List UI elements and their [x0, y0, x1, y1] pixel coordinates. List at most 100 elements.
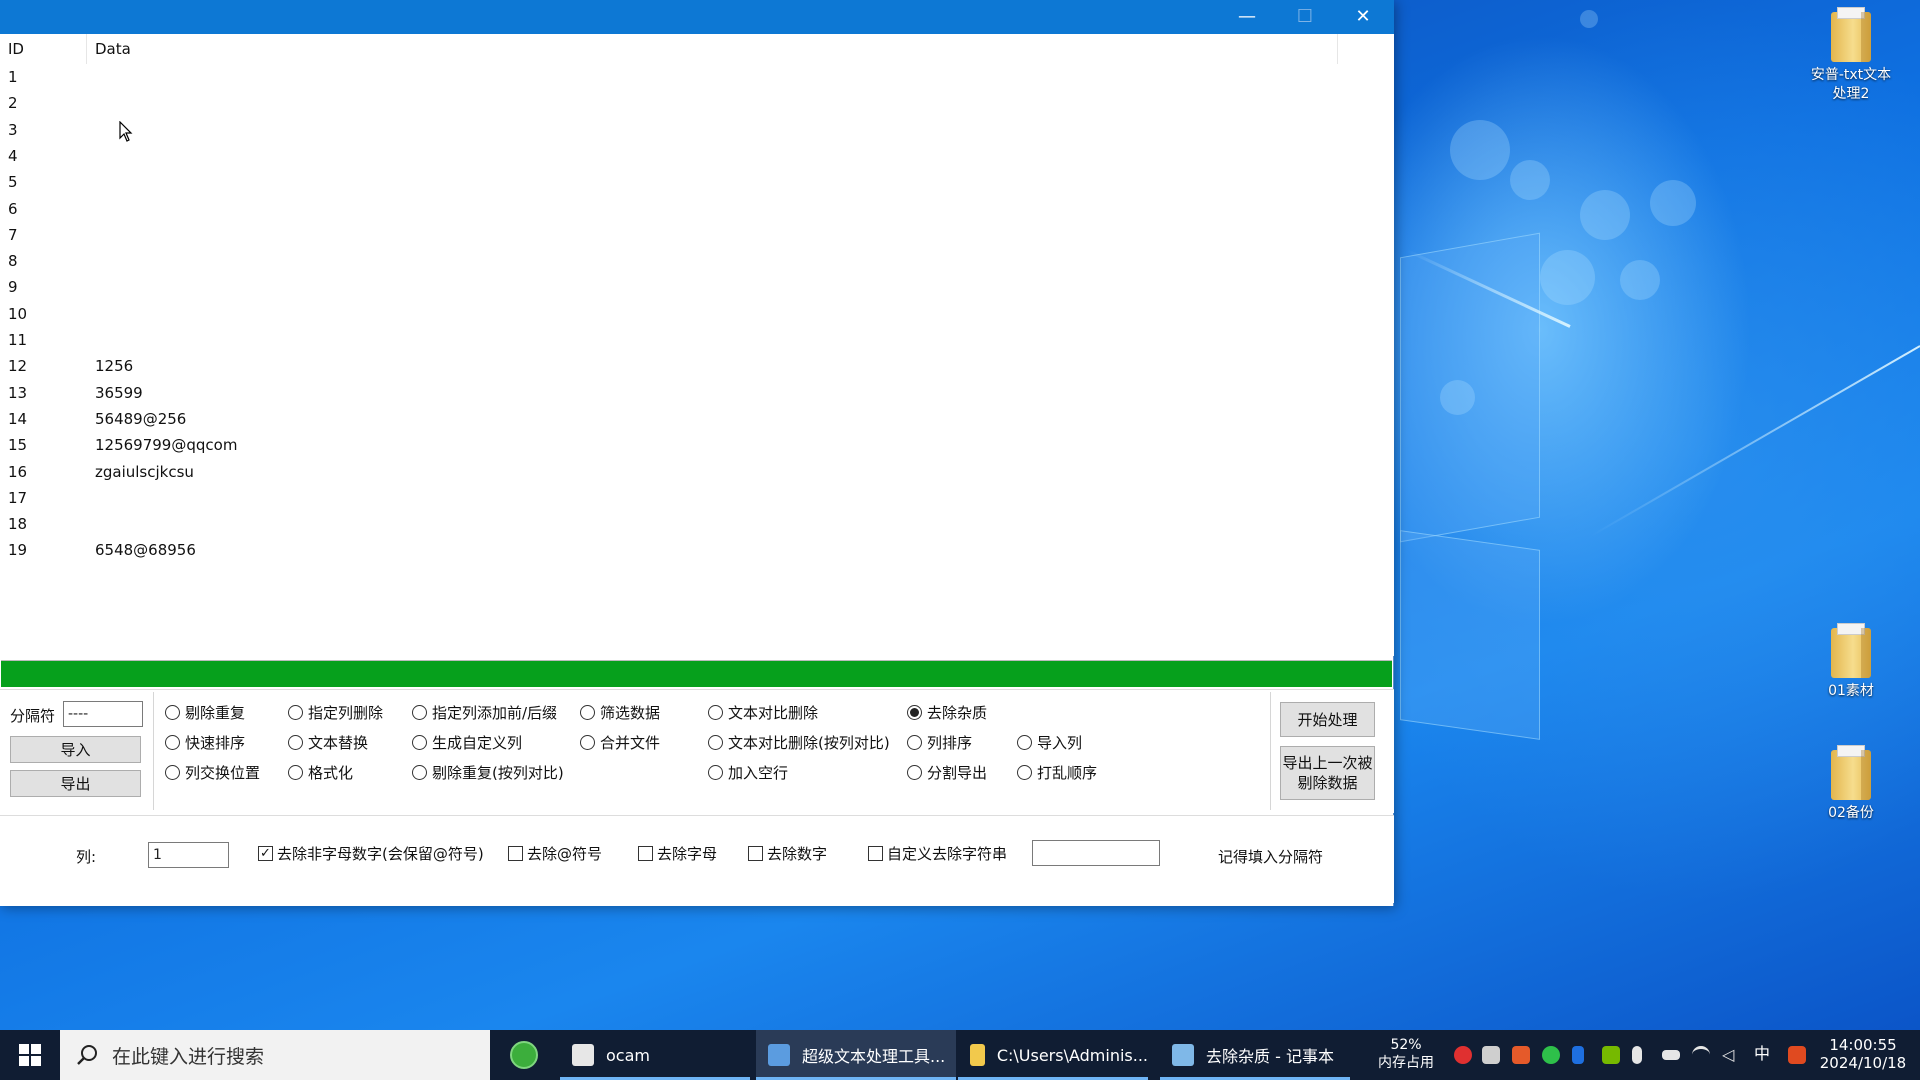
radio-circle-icon[interactable]: [412, 734, 427, 750]
export-button[interactable]: 导出: [10, 770, 141, 797]
taskbar-app[interactable]: C:\Users\Adminis...: [958, 1030, 1148, 1080]
volume-icon[interactable]: ◁: [1722, 1046, 1740, 1064]
radio-circle-icon[interactable]: [708, 704, 723, 720]
column-header-id[interactable]: ID: [8, 40, 24, 58]
option-radio[interactable]: 指定列删除: [288, 701, 383, 723]
option-radio[interactable]: 分割导出: [907, 761, 987, 783]
radio-circle-icon[interactable]: [288, 704, 303, 720]
checkbox-icon[interactable]: [508, 845, 523, 861]
separator-input[interactable]: ----: [63, 701, 143, 727]
title-bar[interactable]: — ☐ ✕: [0, 0, 1394, 34]
radio-circle-icon[interactable]: [708, 764, 723, 780]
microphone-icon[interactable]: [1632, 1046, 1642, 1064]
option-radio[interactable]: 剔除重复(按列对比): [412, 761, 564, 783]
table-row[interactable]: 2: [0, 91, 1338, 117]
table-row[interactable]: 4: [0, 144, 1338, 170]
table-row[interactable]: 19 6548@68956: [0, 538, 1338, 564]
radio-circle-icon[interactable]: [907, 704, 922, 720]
option-radio[interactable]: 剔除重复: [165, 701, 245, 723]
radio-circle-icon[interactable]: [580, 704, 595, 720]
custom-string-input[interactable]: [1032, 840, 1160, 866]
export-removed-button[interactable]: 导出上一次被 剔除数据: [1280, 746, 1375, 800]
option-radio[interactable]: 筛选数据: [580, 701, 660, 723]
minimize-button[interactable]: —: [1218, 0, 1276, 34]
desktop-icon-materials[interactable]: 01素材: [1796, 623, 1906, 701]
table-row[interactable]: 7: [0, 223, 1338, 249]
table-row[interactable]: 3: [0, 118, 1338, 144]
option-radio[interactable]: 生成自定义列: [412, 731, 522, 753]
filter-checkbox[interactable]: ✓ 去除非字母数字(会保留@符号): [258, 842, 484, 864]
taskbar-app[interactable]: ocam: [560, 1030, 750, 1080]
filter-checkbox[interactable]: 自定义去除字符串: [868, 842, 1007, 864]
table-row[interactable]: 11: [0, 328, 1338, 354]
option-radio[interactable]: 列交换位置: [165, 761, 260, 783]
ime-indicator[interactable]: 中: [1750, 1045, 1774, 1063]
checkbox-icon[interactable]: [638, 845, 653, 861]
filter-checkbox[interactable]: 去除数字: [748, 842, 827, 864]
desktop-icon-txt-tool[interactable]: 安普-txt文本 处理2: [1796, 7, 1906, 104]
start-button[interactable]: [0, 1030, 60, 1080]
record-icon[interactable]: [1454, 1046, 1472, 1064]
table-row[interactable]: 9: [0, 275, 1338, 301]
radio-circle-icon[interactable]: [580, 734, 595, 750]
table-row[interactable]: 13 36599: [0, 381, 1338, 407]
import-button[interactable]: 导入: [10, 736, 141, 763]
close-button[interactable]: ✕: [1334, 0, 1392, 34]
security-icon[interactable]: [1482, 1046, 1500, 1064]
option-radio[interactable]: 去除杂质: [907, 701, 987, 723]
option-radio[interactable]: 文本对比删除: [708, 701, 818, 723]
table-row[interactable]: 6: [0, 197, 1338, 223]
filter-checkbox[interactable]: 去除@符号: [508, 842, 602, 864]
radio-circle-icon[interactable]: [165, 764, 180, 780]
bluetooth-icon[interactable]: [1572, 1046, 1584, 1064]
table-row[interactable]: 16 zgaiulscjkcsu: [0, 460, 1338, 486]
option-radio[interactable]: 导入列: [1017, 731, 1082, 753]
checkbox-icon[interactable]: ✓: [258, 845, 273, 861]
radio-circle-icon[interactable]: [412, 764, 427, 780]
sogou-icon[interactable]: [1788, 1046, 1806, 1064]
table-row[interactable]: 5: [0, 170, 1338, 196]
battery-icon[interactable]: [1662, 1050, 1680, 1060]
option-radio[interactable]: 打乱顺序: [1017, 761, 1097, 783]
radio-circle-icon[interactable]: [165, 704, 180, 720]
table-row[interactable]: 17: [0, 486, 1338, 512]
table-row[interactable]: 18: [0, 512, 1338, 538]
option-radio[interactable]: 合并文件: [580, 731, 660, 753]
option-radio[interactable]: 列排序: [907, 731, 972, 753]
data-grid[interactable]: ID Data 1 2 3 4 5 6 7 8 9 10 11 12 1256 13 36599 14 5648…: [0, 34, 1394, 656]
desktop-icon-backup[interactable]: 02备份: [1796, 745, 1906, 823]
radio-circle-icon[interactable]: [288, 764, 303, 780]
radio-circle-icon[interactable]: [288, 734, 303, 750]
taskbar-app[interactable]: 去除杂质 - 记事本: [1160, 1030, 1350, 1080]
table-row[interactable]: 12 1256: [0, 354, 1338, 380]
checkbox-icon[interactable]: [748, 845, 763, 861]
radio-circle-icon[interactable]: [1017, 764, 1032, 780]
taskbar-app[interactable]: 超级文本处理工具...: [756, 1030, 956, 1080]
taskbar-browser[interactable]: [492, 1030, 556, 1080]
table-row[interactable]: 10: [0, 302, 1338, 328]
table-row[interactable]: 14 56489@256: [0, 407, 1338, 433]
radio-circle-icon[interactable]: [165, 734, 180, 750]
wifi-icon[interactable]: [1692, 1046, 1710, 1064]
maximize-button[interactable]: ☐: [1276, 0, 1334, 34]
clock[interactable]: 14:00:55 2024/10/18: [1818, 1036, 1908, 1072]
radio-circle-icon[interactable]: [412, 704, 427, 720]
filter-checkbox[interactable]: 去除字母: [638, 842, 717, 864]
wechat-icon[interactable]: [1542, 1046, 1560, 1064]
option-radio[interactable]: 文本对比删除(按列对比): [708, 731, 890, 753]
radio-circle-icon[interactable]: [907, 764, 922, 780]
taskbar-search[interactable]: 在此键入进行搜索: [60, 1030, 490, 1080]
checkbox-icon[interactable]: [868, 845, 883, 861]
radio-circle-icon[interactable]: [907, 734, 922, 750]
table-row[interactable]: 8: [0, 249, 1338, 275]
table-row[interactable]: 15 12569799@qqcom: [0, 433, 1338, 459]
column-header-data[interactable]: Data: [95, 40, 131, 58]
option-radio[interactable]: 文本替换: [288, 731, 368, 753]
column-input[interactable]: 1: [148, 842, 229, 868]
start-process-button[interactable]: 开始处理: [1280, 702, 1375, 737]
radio-circle-icon[interactable]: [708, 734, 723, 750]
option-radio[interactable]: 格式化: [288, 761, 353, 783]
table-row[interactable]: 1: [0, 65, 1338, 91]
option-radio[interactable]: 指定列添加前/后缀: [412, 701, 557, 723]
option-radio[interactable]: 快速排序: [165, 731, 245, 753]
